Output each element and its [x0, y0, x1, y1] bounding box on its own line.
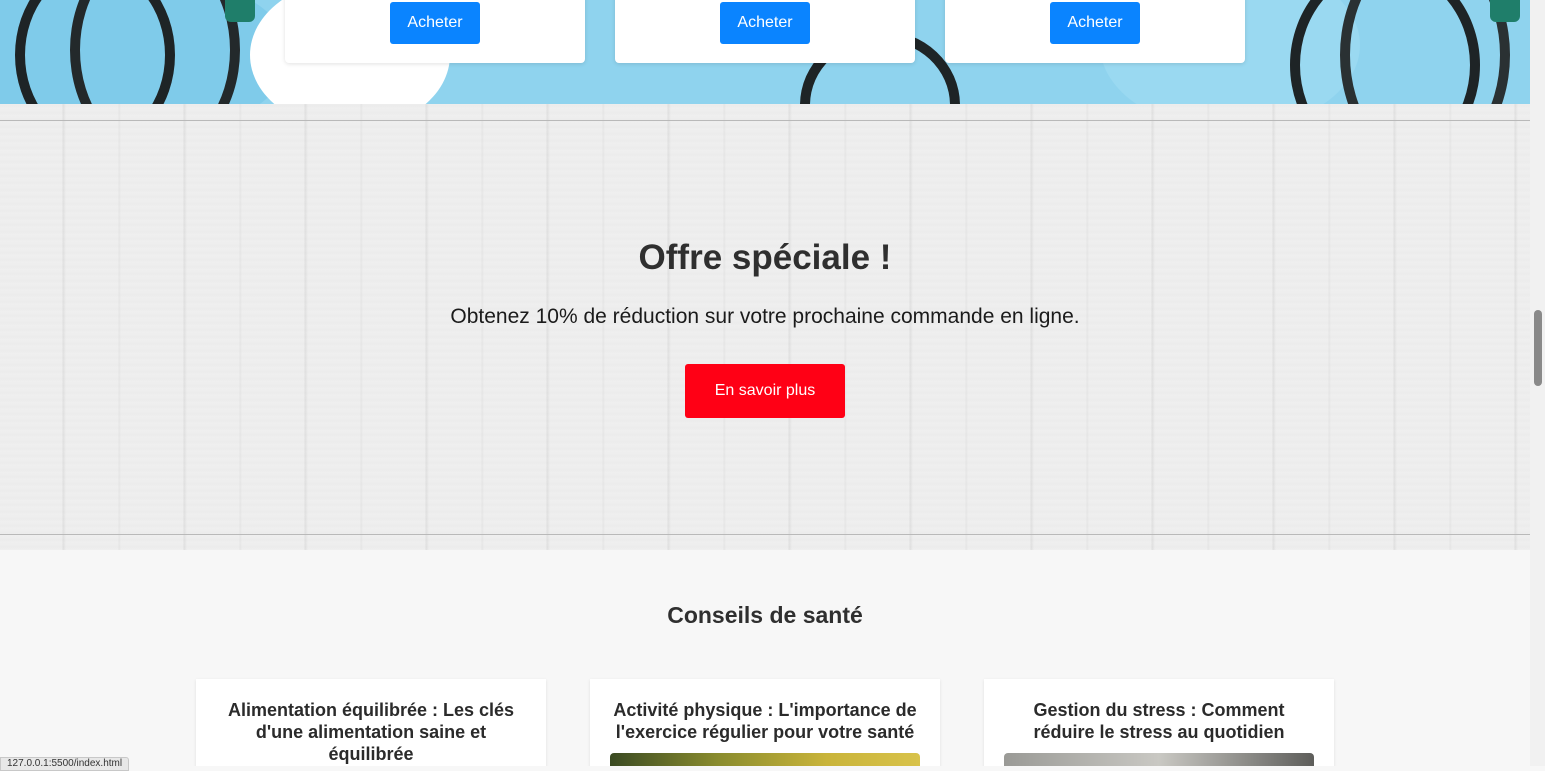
stethoscope-image	[1340, 0, 1510, 104]
vertical-scrollbar[interactable]	[1530, 0, 1545, 766]
stethoscope-image	[70, 0, 240, 104]
tip-card[interactable]: Alimentation équilibrée : Les clés d'une…	[196, 679, 546, 766]
scrollbar-thumb[interactable]	[1534, 310, 1542, 386]
tip-title: Alimentation équilibrée : Les clés d'une…	[227, 700, 515, 764]
tip-title: Activité physique : L'importance de l'ex…	[613, 700, 917, 742]
special-offer-section: Offre spéciale ! Obtenez 10% de réductio…	[0, 104, 1530, 550]
page: Acheter Acheter Acheter Offre spéciale !…	[0, 0, 1530, 766]
tip-title: Gestion du stress : Comment réduire le s…	[1033, 700, 1285, 742]
learn-more-button[interactable]: En savoir plus	[685, 364, 845, 418]
products-hero-banner: Acheter Acheter Acheter	[0, 0, 1530, 104]
health-tips-section: Conseils de santé Alimentation équilibré…	[0, 550, 1530, 766]
offer-title: Offre spéciale !	[638, 238, 892, 277]
tip-image	[610, 753, 920, 766]
offer-description: Obtenez 10% de réduction sur votre proch…	[450, 305, 1080, 328]
buy-button[interactable]: Acheter	[720, 2, 810, 44]
status-url: 127.0.0.1:5500/index.html	[0, 757, 130, 771]
product-card: Acheter	[945, 0, 1245, 63]
tip-image	[1004, 753, 1314, 766]
section-divider	[0, 120, 1530, 121]
hero-decoration	[1490, 0, 1520, 22]
buy-button[interactable]: Acheter	[1050, 2, 1140, 44]
section-divider	[0, 534, 1530, 535]
product-card: Acheter	[615, 0, 915, 63]
hero-decoration	[225, 0, 255, 22]
product-card: Acheter	[285, 0, 585, 63]
tip-card[interactable]: Activité physique : L'importance de l'ex…	[590, 679, 940, 766]
tips-title: Conseils de santé	[667, 602, 863, 628]
tip-card[interactable]: Gestion du stress : Comment réduire le s…	[984, 679, 1334, 766]
buy-button[interactable]: Acheter	[390, 2, 480, 44]
